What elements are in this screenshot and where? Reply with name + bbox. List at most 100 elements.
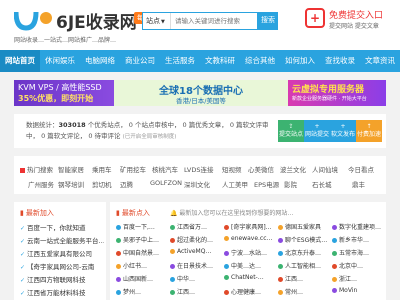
site-link[interactable]: 梦州… [116,287,168,296]
hot-tags: 热门搜索 智能家居 乘用车 矿用挖车 核桃汽车 LVDS连接 短视频 心美微信 … [14,156,386,194]
nav-home[interactable]: 网站首页 [0,50,40,72]
tag-link[interactable]: LVDS连接 [184,164,214,174]
tag-link[interactable]: 石长城 [312,179,332,189]
tag-link[interactable]: 鼎丰 [352,179,365,189]
tag-link[interactable]: GOLFZON [150,179,182,187]
join-title: 免费提交入口 [329,11,384,21]
list-item-text: 江西省万能材料科技 [27,289,86,297]
site-link-text: MoVin [339,287,358,294]
site-link[interactable]: 数字化重建项… [332,222,384,231]
site-link-text: 百度一下,… [123,224,155,231]
site-link[interactable]: 德国五爱家具 [278,222,330,231]
nav-other[interactable]: 综合其他 [240,50,280,72]
tag-link[interactable]: 心美微信 [248,164,274,174]
site-link[interactable]: 聊个ESG模式… [278,235,330,244]
site-link-text: 新乡市华… [339,237,370,244]
site-link[interactable]: 山西国新… [116,274,168,283]
list-item[interactable]: ✓ 云南一站式全能服务平台… [20,235,104,245]
tag-link[interactable]: 剪切机 [92,179,112,189]
site-link-text: 江西省万… [177,224,208,231]
site-link[interactable]: 中华… [170,274,222,283]
nav-find[interactable]: 查找收录 [320,50,360,72]
site-slogan: 网站收录…一站式…网站推广…品牌… [14,37,117,44]
site-link[interactable]: ChatNet-… [224,274,276,281]
site-link[interactable]: 宁波…水站… [224,248,276,257]
tag-link[interactable]: 人间仙境 [312,164,338,174]
site-link[interactable]: 百度一下,… [116,222,168,231]
fire-icon [20,167,25,173]
tag-link[interactable]: 人工美甲 [222,179,248,189]
list-item[interactable]: ✓ 【奇宇家具网公司-云南 [20,261,104,271]
tag-link[interactable]: 短视频 [222,164,242,174]
site-link[interactable]: 小红书… [116,261,168,270]
paid-boost-label: 付费加速 [356,131,381,138]
site-link[interactable]: 浙江… [332,274,384,283]
nav-leisure[interactable]: 休闲娱乐 [40,50,80,72]
site-link[interactable]: 新乡市华… [332,235,384,244]
nav-education[interactable]: 文教科研 [200,50,240,72]
site-link-text: [奇宇家具网]… [231,224,272,231]
list-item[interactable]: ✓ 江西省万能材料科技 [20,287,104,297]
site-link[interactable]: 超过柔化的… [170,235,222,244]
site-link[interactable]: 在日景技术… [170,261,222,270]
site-link-text: 吴邪子中上… [123,237,160,244]
site-link[interactable]: 人工智能相… [278,261,330,270]
tag-link[interactable]: 乘用车 [92,164,112,174]
list-item[interactable]: ✓ 江西五爱家具有限公司 [20,248,104,258]
search-category-select[interactable]: 站点▼ [143,13,171,29]
site-favicon-icon [332,225,337,230]
nav-computer[interactable]: 电脑网络 [80,50,120,72]
site-favicon-icon [332,288,337,293]
nav-business[interactable]: 商业公司 [120,50,160,72]
tag-link[interactable]: 智能家居 [58,164,84,174]
site-link[interactable]: [奇宇家具网]… [224,222,276,231]
site-favicon-icon [116,264,121,269]
site-link[interactable]: 中美…达… [224,261,276,270]
latest-joined-title: ▮ 最新加入 [20,208,54,218]
site-link[interactable]: 心理健康… [224,287,276,296]
site-link[interactable]: 常州… [278,287,330,296]
paid-boost-button[interactable]: ↑ 付费加速 [356,120,382,142]
site-link[interactable]: 江西… [278,274,330,283]
submit-site-button[interactable]: ⇪ 提交站点 [278,120,304,142]
tag-link[interactable]: 广州服务 [28,179,54,189]
tag-link[interactable]: 矿用挖车 [120,164,146,174]
site-link[interactable]: 五常市海… [332,248,384,257]
site-link[interactable]: 北京东升泰… [278,248,330,257]
rocket-icon: ↑ [366,123,372,130]
nav-articles[interactable]: 文章资讯 [360,50,400,72]
list-item[interactable]: ✓ 百度一下，你就知道 [20,222,104,232]
tag-link[interactable]: 钢琴培训 [58,179,84,189]
join-entry[interactable]: + 免费提交入口 提交网站 提交文章 [305,6,395,46]
check-icon: ✓ [20,290,26,297]
site-link-text: 中美…达… [231,263,262,270]
panel-notice-text: 最新加入您可以在这里找到你想要的网站… [179,210,294,217]
tag-link[interactable]: 核桃汽车 [152,164,178,174]
site-favicon-icon [278,238,283,243]
list-item[interactable]: ✓ 江西四方物联网科技 [20,274,104,284]
article-post-button[interactable]: + 软文发布 [330,120,356,142]
site-link[interactable]: ActiveMQ… [170,248,222,255]
tag-link[interactable]: EPS电源 [254,179,279,189]
tag-link[interactable]: 迈腾 [120,179,133,189]
site-link[interactable]: 江西… [170,287,222,296]
tag-link[interactable]: 深圳文化 [184,179,210,189]
site-link[interactable]: enewave.cc… [224,235,276,242]
tag-link[interactable]: 今日看点 [348,164,374,174]
tag-link[interactable]: 波兰文化 [280,164,306,174]
site-link[interactable]: MoVin [332,287,384,294]
site-link[interactable]: 吴邪子中上… [116,235,168,244]
site-link[interactable]: 北京中… [332,261,384,270]
site-link[interactable]: 中国自然景… [116,248,168,257]
site-submit-button[interactable]: + 网站提交 [304,120,330,142]
tag-link[interactable]: 影院 [284,179,297,189]
banner-right-line2: 新款企业服务器硬件 · 开始大平台 [292,96,367,102]
site-logo[interactable]: 6JE收录网 每日网 网站收录…一站式…网站推广…品牌… [14,6,161,44]
nav-life[interactable]: 生活服务 [160,50,200,72]
ad-banner[interactable]: KVM VPS / 高性能SSD 35%优惠，即刻开始 全球18个数据中心 香港… [14,80,386,106]
site-link[interactable]: 江西省万… [170,222,222,231]
search-button[interactable]: 搜索 [258,12,278,30]
stats-note: (已开启全局审核制度) [122,134,177,140]
nav-how-to-join[interactable]: 如何加入 [280,50,320,72]
search-input[interactable] [173,13,257,29]
